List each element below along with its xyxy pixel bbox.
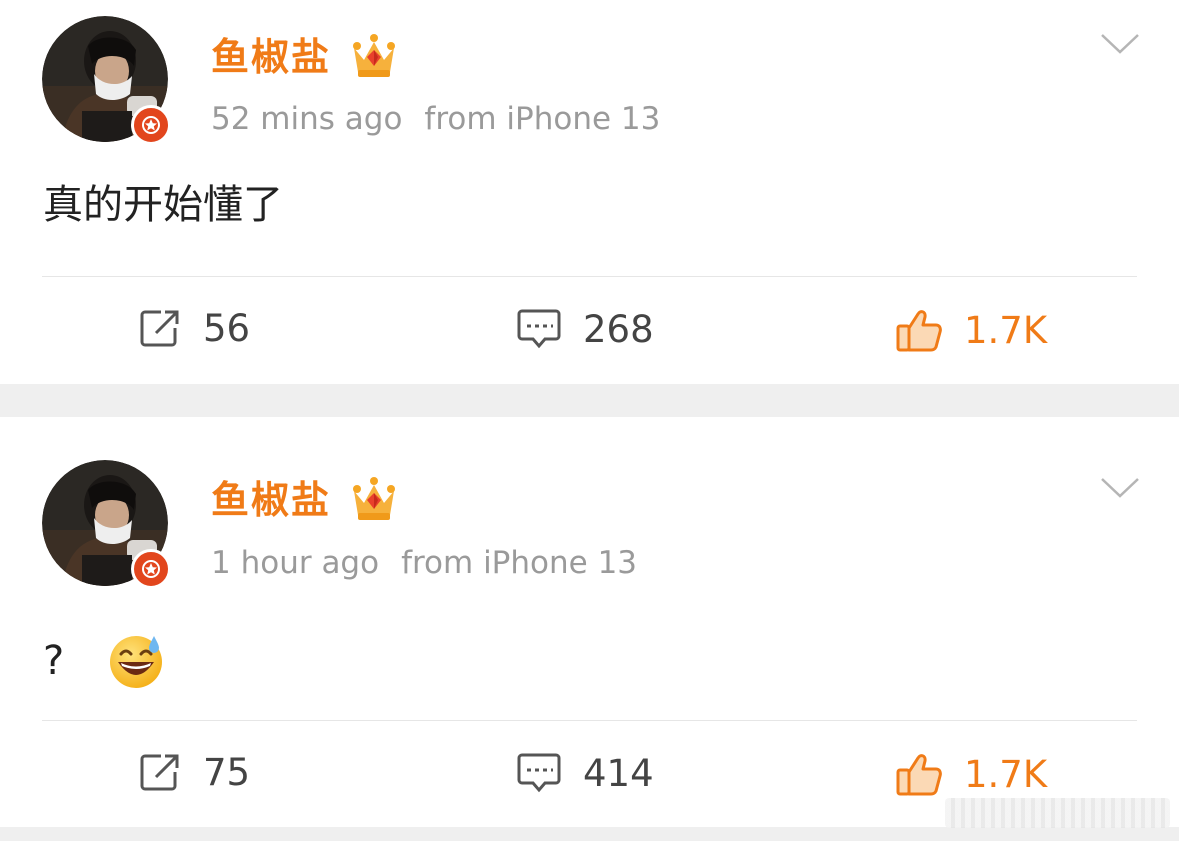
avatar[interactable] [42,16,171,145]
repost-icon [140,310,179,347]
username[interactable]: 鱼椒盐 [211,481,331,519]
thumbs-up-icon [896,754,942,796]
repost-button[interactable]: 75 [139,752,250,792]
repost-button[interactable]: 56 [139,308,250,348]
post-meta: 1 hour ago from iPhone 13 [211,548,637,579]
avatar[interactable] [42,460,171,589]
divider [42,276,1137,277]
username[interactable]: 鱼椒盐 [211,38,331,76]
watermark [945,798,1170,828]
post-content: ? [43,632,165,690]
post-source: from iPhone 13 [424,101,661,137]
post-content: 真的开始懂了 [43,182,283,228]
chevron-down-icon[interactable] [1100,32,1140,56]
chevron-down-icon[interactable] [1100,476,1140,500]
like-count: 1.7K [964,752,1048,796]
post-source: from iPhone 13 [401,545,638,581]
comment-icon [517,309,561,349]
like-button[interactable]: 1.7K [896,752,1047,796]
comment-button[interactable]: 268 [517,308,654,350]
comment-icon [517,753,561,793]
post-meta: 52 mins ago from iPhone 13 [211,104,660,135]
verified-star-icon [131,105,171,145]
repost-icon [140,754,179,791]
weibo-feed: 鱼椒盐 52 mins ago from iPhone 13 真的开始懂了 56 [0,0,1179,841]
post-card[interactable]: 鱼椒盐 1 hour ago from iPhone 13 ? 75 414 1… [0,417,1179,827]
like-button[interactable]: 1.7K [896,308,1047,352]
post-content-text: ? [43,638,65,684]
repost-count: 56 [203,306,251,350]
vip-crown-icon [353,34,395,77]
post-time: 52 mins ago [211,101,403,137]
like-count: 1.7K [964,308,1048,352]
post-card[interactable]: 鱼椒盐 52 mins ago from iPhone 13 真的开始懂了 56 [0,0,1179,384]
comment-count: 268 [583,307,654,351]
divider [42,720,1137,721]
comment-count: 414 [583,751,654,795]
post-time: 1 hour ago [211,545,380,581]
grinning-sweat-emoji [109,636,162,688]
comment-button[interactable]: 414 [517,752,654,794]
thumbs-up-icon [896,310,942,352]
vip-crown-icon [353,477,395,520]
verified-star-icon [131,549,171,589]
repost-count: 75 [203,750,251,794]
